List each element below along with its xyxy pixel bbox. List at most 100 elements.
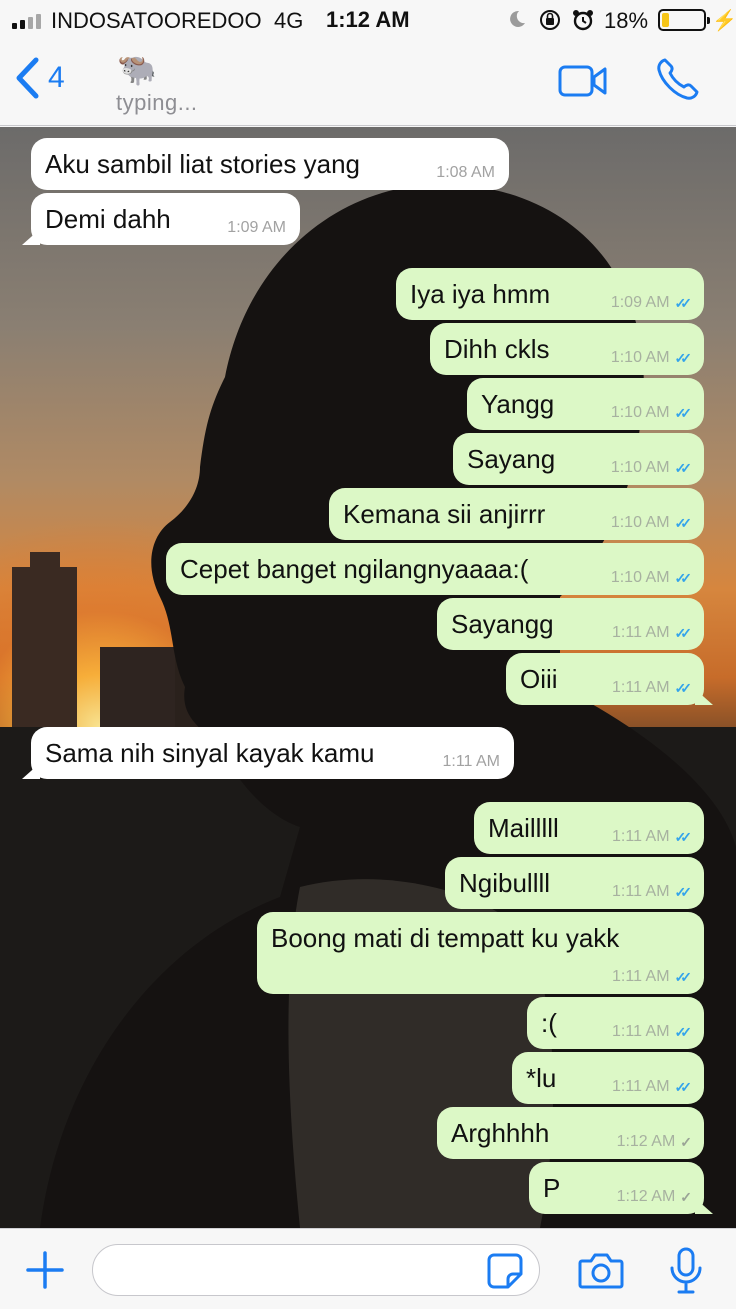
message-input[interactable] <box>92 1244 540 1296</box>
battery-fill <box>662 13 669 27</box>
microphone-icon <box>670 1247 702 1294</box>
attach-button[interactable] <box>26 1251 64 1294</box>
message-text: Sama nih sinyal kayak kamu <box>45 738 375 768</box>
message-text: Kemana sii anjirrr <box>343 499 546 529</box>
message-meta: 1:10 AM ✓✓ <box>610 459 692 476</box>
outgoing-message[interactable]: Arghhhh 1:12 AM ✓ <box>437 1107 704 1159</box>
charging-icon: ⚡ <box>712 10 736 32</box>
message-text: Aku sambil liat stories yang <box>45 149 361 179</box>
message-meta: 1:11 AM ✓✓ <box>612 1024 693 1040</box>
read-receipt-icon: ✓✓ <box>674 1024 693 1040</box>
voice-message-button[interactable] <box>668 1246 704 1301</box>
message-meta: 1:11 AM ✓✓ <box>612 624 693 641</box>
status-bar: INDOSATOOREDOO 4G 1:12 AM 18% ⚡ <box>0 0 736 40</box>
message-meta: 1:12 AM ✓ <box>616 1188 692 1205</box>
typing-status: typing... <box>116 90 198 115</box>
do-not-disturb-icon <box>506 8 528 36</box>
message-text: Demi dahh <box>45 204 171 234</box>
read-receipt-icon: ✓✓ <box>674 570 693 586</box>
message-text: Dihh ckls <box>444 334 550 364</box>
network-type: 4G <box>274 8 304 33</box>
delivered-icon: ✓ <box>680 1189 691 1205</box>
unread-count: 4 <box>48 61 65 94</box>
message-meta: 1:11 AM ✓✓ <box>612 828 693 845</box>
message-time: 1:10 AM <box>610 569 670 586</box>
message-composer <box>0 1228 736 1309</box>
message-text: Oiii <box>520 664 558 694</box>
message-time: 1:11 AM <box>612 828 670 845</box>
incoming-message[interactable]: Sama nih sinyal kayak kamu 1:11 AM <box>22 727 514 779</box>
sticker-button[interactable] <box>486 1252 524 1295</box>
message-time: 1:09 AM <box>610 294 670 311</box>
message-text: Ngibullll <box>459 868 551 898</box>
alarm-icon <box>571 8 595 38</box>
message-text: Iya iya hmm <box>410 279 551 309</box>
message-text: *lu <box>526 1063 557 1093</box>
message-meta: 1:09 AM <box>227 220 286 236</box>
message-time: 1:10 AM <box>610 514 670 531</box>
message-text: P <box>543 1173 561 1203</box>
incoming-message[interactable]: Aku sambil liat stories yang 1:08 AM <box>31 138 509 190</box>
message-text: Boong mati di tempatt ku yakk <box>271 923 620 953</box>
outgoing-message[interactable]: Iya iya hmm 1:09 AM ✓✓ <box>396 268 704 320</box>
camera-button[interactable] <box>578 1251 624 1296</box>
outgoing-message[interactable]: :( 1:11 AM ✓✓ <box>527 997 704 1049</box>
camera-icon <box>578 1253 624 1289</box>
message-meta: 1:09 AM ✓✓ <box>610 294 693 311</box>
read-receipt-icon: ✓✓ <box>674 625 693 641</box>
message-time: 1:12 AM <box>616 1133 676 1150</box>
message-time: 1:11 AM <box>612 624 670 641</box>
message-time: 1:10 AM <box>610 404 670 421</box>
chat-messages[interactable]: Aku sambil liat stories yang 1:08 AM Demi … <box>0 127 736 1228</box>
read-receipt-icon: ✓✓ <box>674 829 693 845</box>
outgoing-message[interactable]: Sayang 1:10 AM ✓✓ <box>453 433 704 485</box>
read-receipt-icon: ✓✓ <box>674 350 693 366</box>
sticker-icon <box>487 1253 523 1289</box>
back-button[interactable]: 4 <box>14 56 65 100</box>
message-time: 1:11 AM <box>612 968 670 985</box>
read-receipt-icon: ✓✓ <box>674 969 693 985</box>
status-time: 1:12 AM <box>326 7 410 32</box>
outgoing-message[interactable]: Sayangg 1:11 AM ✓✓ <box>437 598 704 650</box>
battery-icon <box>658 9 710 31</box>
outgoing-message[interactable]: Boong mati di tempatt ku yakk 1:11 AM ✓✓ <box>257 912 704 994</box>
message-meta: 1:10 AM ✓✓ <box>610 514 693 531</box>
message-meta: 1:10 AM ✓✓ <box>611 350 693 366</box>
outgoing-message[interactable]: *lu 1:11 AM ✓✓ <box>512 1052 704 1104</box>
read-receipt-icon: ✓✓ <box>674 515 693 531</box>
message-meta: 1:11 AM ✓✓ <box>612 680 693 696</box>
incoming-message[interactable]: Demi dahh 1:09 AM <box>22 193 300 245</box>
rotation-lock-icon <box>538 8 562 38</box>
message-time: 1:10 AM <box>610 459 670 476</box>
outgoing-message[interactable]: Oiii 1:11 AM ✓✓ <box>506 653 713 705</box>
carrier-name: INDOSATOOREDOO <box>51 8 262 33</box>
outgoing-message[interactable]: Ngibullll 1:11 AM ✓✓ <box>445 857 704 909</box>
message-time: 1:12 AM <box>616 1188 676 1205</box>
battery-percent: 18% <box>604 8 649 33</box>
video-call-button[interactable] <box>558 64 608 103</box>
message-meta: 1:12 AM ✓ <box>616 1133 692 1150</box>
message-text: Yangg <box>481 389 555 419</box>
outgoing-message[interactable]: Kemana sii anjirrr 1:10 AM ✓✓ <box>329 488 704 540</box>
signal-strength-icon <box>12 11 41 29</box>
read-receipt-icon: ✓✓ <box>674 1079 693 1095</box>
video-camera-icon <box>558 65 607 97</box>
contact-name[interactable]: 🐃 <box>117 50 157 88</box>
outgoing-message[interactable]: Cepet banget ngilangnyaaaa:(1:10 AM ✓✓ <box>166 543 704 595</box>
message-text: :( <box>541 1008 557 1038</box>
read-receipt-icon: ✓✓ <box>674 405 693 421</box>
chevron-left-icon <box>16 57 39 99</box>
message-meta: 1:11 AM ✓✓ <box>612 968 693 985</box>
outgoing-message[interactable]: P 1:12 AM ✓ <box>529 1162 713 1214</box>
outgoing-message[interactable]: Yangg 1:10 AM ✓✓ <box>467 378 704 430</box>
read-receipt-icon: ✓✓ <box>674 680 693 696</box>
message-text: Mailllll <box>488 813 559 843</box>
message-meta: 1:08 AM <box>436 165 495 181</box>
message-time: 1:11 AM <box>612 1078 670 1095</box>
message-meta: 1:11 AM <box>442 754 500 770</box>
outgoing-message[interactable]: Dihh ckls 1:10 AM ✓✓ <box>430 323 704 375</box>
outgoing-message[interactable]: Mailllll 1:11 AM ✓✓ <box>474 802 704 854</box>
message-meta: 1:10 AM ✓✓ <box>610 404 693 421</box>
voice-call-button[interactable] <box>655 56 701 107</box>
read-receipt-icon: ✓✓ <box>674 295 693 311</box>
